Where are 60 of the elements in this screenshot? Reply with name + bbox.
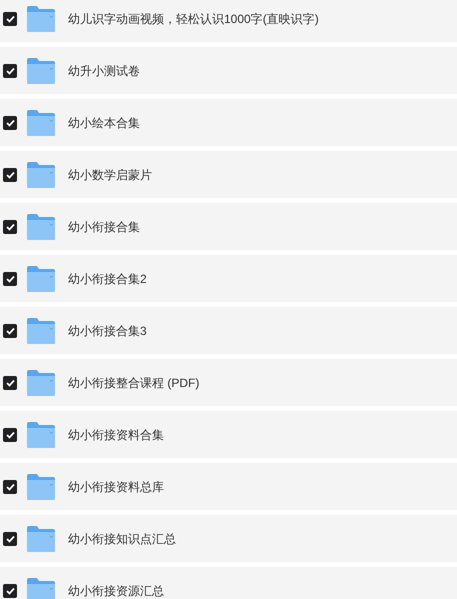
folder-icon (26, 160, 56, 188)
folder-row[interactable]: 幼小衔接合集2 (0, 255, 457, 302)
folder-row[interactable]: 幼小衔接合集3 (0, 307, 457, 354)
checkbox[interactable] (3, 64, 17, 78)
check-icon (6, 118, 14, 126)
folder-icon (26, 4, 56, 32)
folder-name: 幼小衔接知识点汇总 (68, 530, 176, 548)
folder-name: 幼小绘本合集 (68, 114, 140, 132)
checkbox[interactable] (3, 532, 17, 546)
folder-icon (26, 524, 56, 552)
folder-name: 幼小衔接合集 (68, 218, 140, 236)
check-icon (6, 534, 14, 542)
check-icon (6, 66, 14, 74)
folder-row[interactable]: 幼小绘本合集 (0, 99, 457, 146)
folder-icon (26, 576, 56, 599)
check-icon (6, 430, 14, 438)
check-icon (6, 482, 14, 490)
folder-name: 幼小衔接资料总库 (68, 478, 164, 496)
folder-row[interactable]: 幼小衔接资源汇总 (0, 567, 457, 599)
checkbox[interactable] (3, 584, 17, 598)
folder-row[interactable]: 幼小衔接资料总库 (0, 463, 457, 510)
check-icon (6, 222, 14, 230)
folder-row[interactable]: 幼小衔接资料合集 (0, 411, 457, 458)
checkbox[interactable] (3, 168, 17, 182)
folder-row[interactable]: 幼小衔接合集 (0, 203, 457, 250)
checkbox[interactable] (3, 324, 17, 338)
checkbox[interactable] (3, 480, 17, 494)
folder-icon (26, 108, 56, 136)
checkbox[interactable] (3, 272, 17, 286)
check-icon (6, 326, 14, 334)
checkbox[interactable] (3, 220, 17, 234)
folder-name: 幼儿识字动画视频，轻松认识1000字(直映识字) (68, 10, 319, 28)
checkbox[interactable] (3, 12, 17, 26)
folder-name: 幼升小测试卷 (68, 62, 140, 80)
folder-row[interactable]: 幼升小测试卷 (0, 47, 457, 94)
check-icon (6, 274, 14, 282)
folder-name: 幼小衔接资源汇总 (68, 582, 164, 599)
folder-icon (26, 264, 56, 292)
check-icon (6, 14, 14, 22)
folder-icon (26, 316, 56, 344)
folder-name: 幼小衔接资料合集 (68, 426, 164, 444)
folder-name: 幼小衔接合集2 (68, 270, 147, 288)
folder-name: 幼小数学启蒙片 (68, 166, 152, 184)
folder-icon (26, 420, 56, 448)
checkbox[interactable] (3, 376, 17, 390)
check-icon (6, 586, 14, 594)
folder-icon (26, 56, 56, 84)
checkbox[interactable] (3, 428, 17, 442)
folder-name: 幼小衔接整合课程 (PDF) (68, 374, 200, 392)
folder-icon (26, 368, 56, 396)
folder-icon (26, 472, 56, 500)
folder-row[interactable]: 幼儿识字动画视频，轻松认识1000字(直映识字) (0, 0, 457, 42)
check-icon (6, 170, 14, 178)
folder-row[interactable]: 幼小衔接知识点汇总 (0, 515, 457, 562)
folder-row[interactable]: 幼小衔接整合课程 (PDF) (0, 359, 457, 406)
folder-name: 幼小衔接合集3 (68, 322, 147, 340)
folder-icon (26, 212, 56, 240)
check-icon (6, 378, 14, 386)
checkbox[interactable] (3, 116, 17, 130)
folder-row[interactable]: 幼小数学启蒙片 (0, 151, 457, 198)
